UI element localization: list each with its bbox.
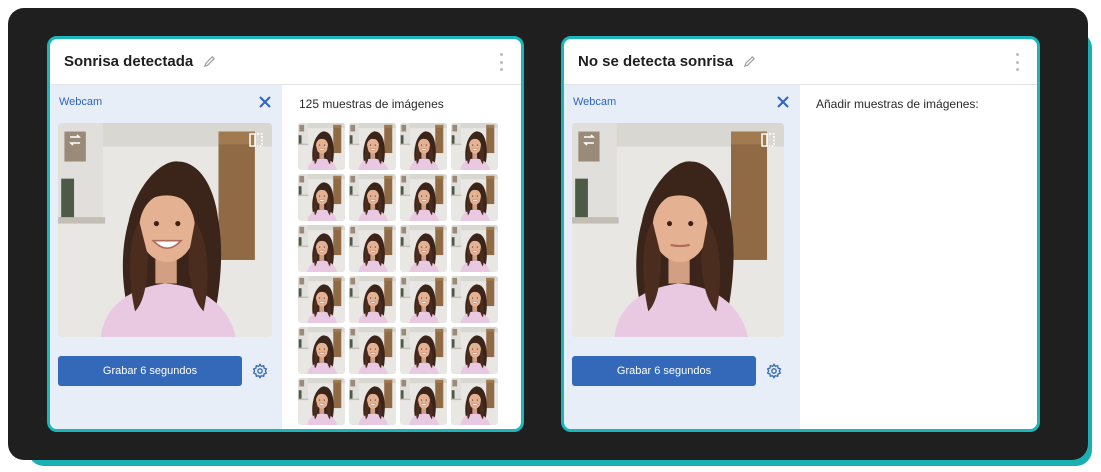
webcam-preview [58,123,272,337]
sample-thumbnail[interactable] [451,225,498,272]
record-button[interactable]: Grabar 6 segundos [58,356,242,386]
add-samples-label: Añadir muestras de imágenes: [816,97,979,111]
webcam-image [58,123,272,337]
class-panel-smile: Sonrisa detectada Webcam Grabar 6 segund… [47,36,524,432]
sample-thumbnail[interactable] [298,123,345,170]
sample-thumbnail[interactable] [400,276,447,323]
samples-count-label: 125 muestras de imágenes [299,97,444,111]
sample-thumbnail[interactable] [400,123,447,170]
samples-section: 125 muestras de imágenes [282,85,521,429]
flip-icon[interactable] [66,131,84,149]
sample-thumbnail[interactable] [400,225,447,272]
class-title[interactable]: Sonrisa detectada [64,53,193,70]
webcam-label: Webcam [59,96,103,108]
pencil-icon[interactable] [743,55,756,68]
sample-thumbnail[interactable] [349,225,396,272]
samples-section: Añadir muestras de imágenes: [800,85,1037,429]
sample-thumbnail[interactable] [298,276,345,323]
sample-thumbnail[interactable] [298,378,345,425]
sample-thumbnail[interactable] [451,378,498,425]
panel-header: No se detecta sonrisa [564,39,1037,85]
sample-thumbnail[interactable] [349,378,396,425]
close-icon[interactable] [258,95,272,109]
sample-thumbnail[interactable] [349,123,396,170]
gear-icon[interactable] [766,363,782,379]
close-icon[interactable] [776,95,790,109]
pencil-icon[interactable] [203,55,216,68]
sample-thumbnail-grid [298,123,498,425]
more-vert-icon[interactable] [499,53,503,71]
mirror-icon[interactable] [248,131,264,149]
sample-thumbnail[interactable] [349,276,396,323]
webcam-section: Webcam Grabar 6 segundos [50,85,282,429]
panel-header: Sonrisa detectada [50,39,521,85]
webcam-image [572,123,784,337]
gear-icon[interactable] [252,363,268,379]
sample-thumbnail[interactable] [400,174,447,221]
flip-icon[interactable] [580,131,598,149]
class-panel-no-smile: No se detecta sonrisa Webcam Grabar 6 se… [561,36,1040,432]
sample-thumbnail[interactable] [400,327,447,374]
webcam-label: Webcam [573,96,617,108]
sample-thumbnail[interactable] [349,174,396,221]
more-vert-icon[interactable] [1015,53,1019,71]
sample-thumbnail[interactable] [451,123,498,170]
webcam-section: Webcam Grabar 6 segundos [564,85,800,429]
sample-thumbnail[interactable] [298,327,345,374]
sample-thumbnail[interactable] [400,378,447,425]
sample-thumbnail[interactable] [298,225,345,272]
sample-thumbnail[interactable] [451,276,498,323]
sample-thumbnail[interactable] [298,174,345,221]
webcam-preview [572,123,784,337]
sample-thumbnail[interactable] [349,327,396,374]
record-button[interactable]: Grabar 6 segundos [572,356,756,386]
class-title[interactable]: No se detecta sonrisa [578,53,733,70]
sample-thumbnail[interactable] [451,327,498,374]
sample-thumbnail[interactable] [451,174,498,221]
mirror-icon[interactable] [760,131,776,149]
